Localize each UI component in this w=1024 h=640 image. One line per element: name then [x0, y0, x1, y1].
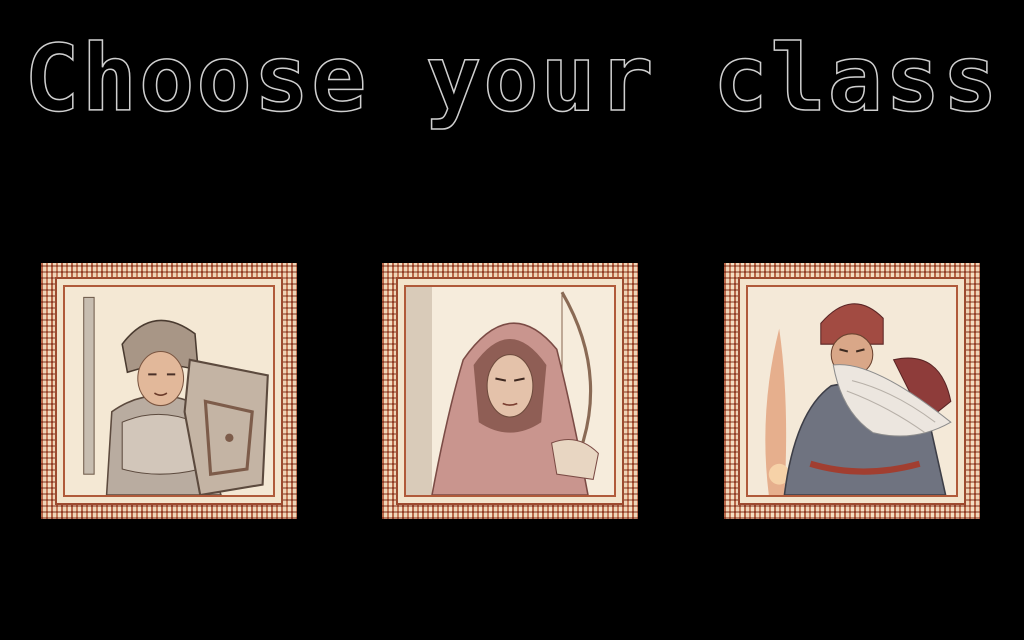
hooded-archer-portrait	[406, 287, 614, 495]
class-option-warrior[interactable]	[41, 263, 297, 519]
screen-title: Choose your class	[23, 25, 1000, 132]
class-option-mage[interactable]	[724, 263, 980, 519]
class-option-archer[interactable]	[382, 263, 638, 519]
class-selection-screen: Choose your class	[0, 0, 1024, 640]
bearded-wizard-portrait	[748, 287, 956, 495]
armored-knight-portrait	[65, 287, 273, 495]
